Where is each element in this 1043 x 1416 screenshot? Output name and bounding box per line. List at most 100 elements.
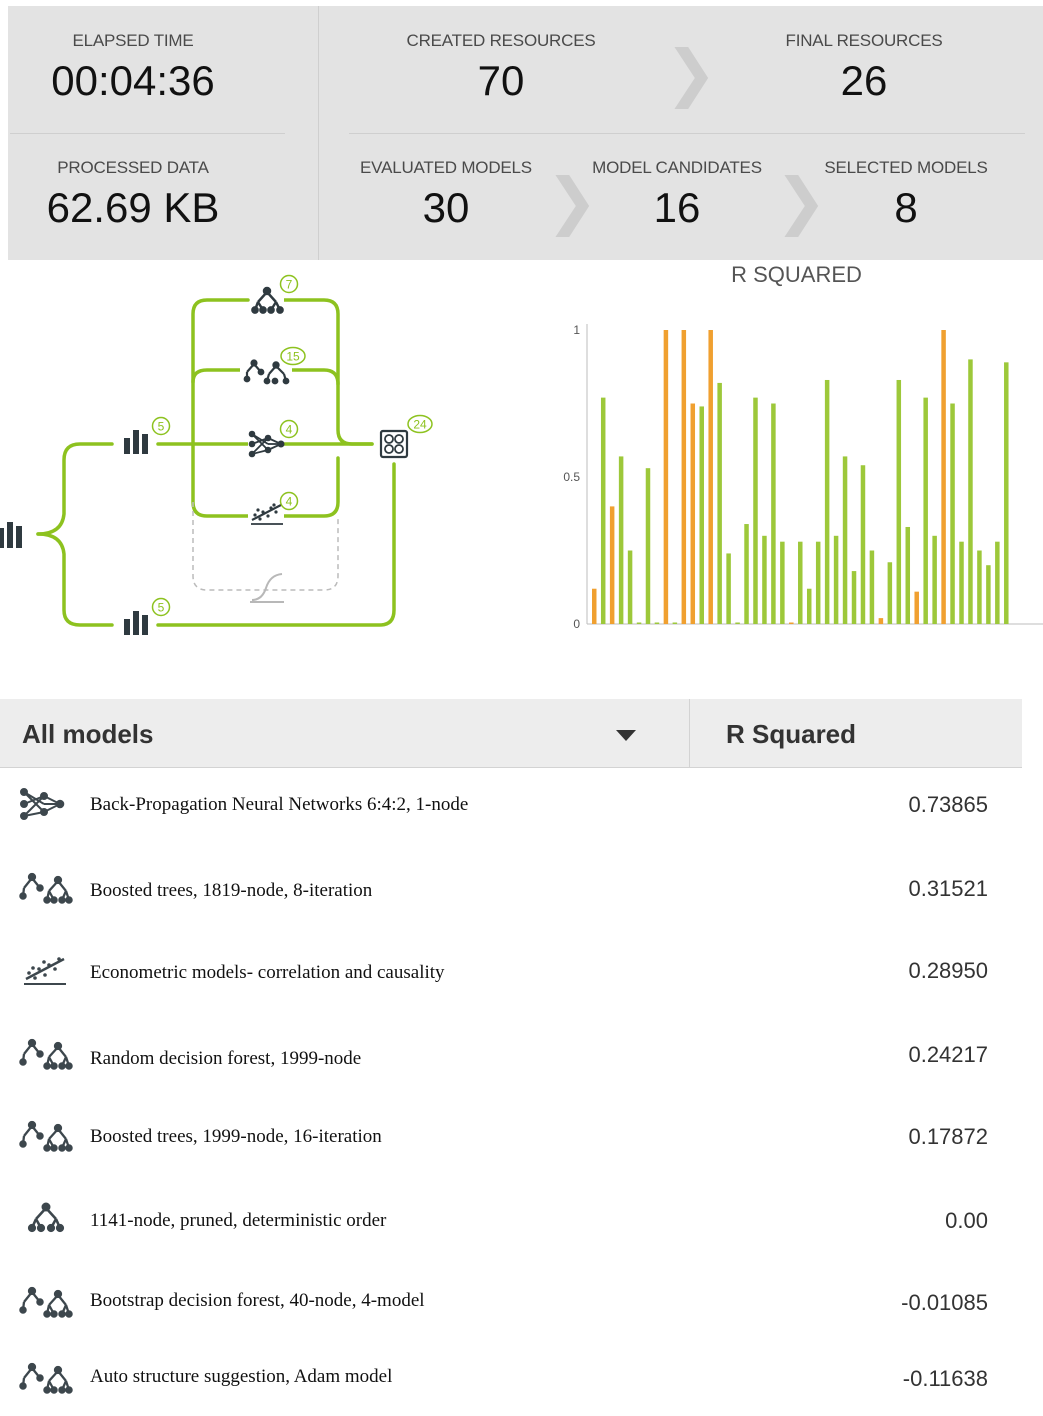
- model-name[interactable]: Bootstrap decision forest, 40-node, 4-mo…: [90, 1290, 425, 1312]
- chart-bar[interactable]: [681, 330, 687, 624]
- chevron-down-icon[interactable]: [616, 730, 636, 741]
- workflow-diagram: 5 5 7 15 4 4 24: [0, 262, 470, 662]
- chart-bar[interactable]: [932, 535, 937, 624]
- stat-model-candidates: MODEL CANDIDATES 16: [572, 158, 782, 232]
- y-tick-label: 0.5: [563, 470, 580, 484]
- stat-label: MODEL CANDIDATES: [592, 158, 762, 177]
- ensemble-icon: [18, 1114, 74, 1158]
- table-row[interactable]: Back-Propagation Neural Networks 6:4:2, …: [0, 782, 1022, 842]
- chart-bar[interactable]: [824, 379, 830, 624]
- chart-bar[interactable]: [717, 382, 722, 624]
- ensemble-icon: [18, 866, 74, 910]
- stats-divider-right: [349, 133, 1025, 134]
- chart-bar[interactable]: [860, 465, 866, 624]
- chart-bar[interactable]: [708, 330, 713, 624]
- table-row[interactable]: Boosted trees, 1999-node, 16-iteration 0.…: [0, 1114, 1022, 1174]
- chart-bar[interactable]: [735, 622, 740, 625]
- chart-bar[interactable]: [618, 456, 624, 624]
- chart-bar[interactable]: [699, 406, 704, 624]
- model-name[interactable]: 1141-node, pruned, deterministic order: [90, 1210, 386, 1232]
- chart-bar[interactable]: [645, 468, 651, 624]
- chart-bar[interactable]: [600, 397, 606, 624]
- svg-text:5: 5: [158, 420, 165, 434]
- chart-bar[interactable]: [762, 535, 767, 624]
- r-squared-value: 0.31521: [908, 876, 988, 901]
- svg-text:5: 5: [158, 601, 165, 615]
- dataset-icon: [124, 430, 148, 454]
- chart-bar[interactable]: [923, 397, 928, 624]
- dataset-icon: [124, 611, 148, 635]
- workflow-svg: 5 5 7 15 4 4 24: [0, 274, 433, 635]
- r-squared-value: 0.17872: [908, 1124, 988, 1149]
- chart-bar[interactable]: [869, 550, 875, 625]
- count-badge: 24: [407, 414, 433, 434]
- model-name[interactable]: Econometric models- correlation and caus…: [90, 962, 445, 984]
- chart-bar[interactable]: [842, 456, 848, 624]
- chart-bar[interactable]: [905, 526, 911, 624]
- ensemble-icon: [18, 1280, 74, 1324]
- chart-bar[interactable]: [780, 541, 785, 624]
- stats-vertical-divider: [318, 6, 319, 260]
- chart-bar[interactable]: [815, 541, 821, 624]
- stats-panel: ELAPSED TIME 00:04:36 CREATED RESOURCES …: [8, 6, 1043, 260]
- chart-bar[interactable]: [789, 622, 794, 625]
- count-badge: 5: [151, 597, 171, 617]
- chart-bar[interactable]: [959, 541, 964, 624]
- table-row[interactable]: Random decision forest, 1999-node 0.24217: [0, 1032, 1022, 1092]
- model-name[interactable]: Back-Propagation Neural Networks 6:4:2, …: [90, 794, 468, 816]
- table-row[interactable]: Econometric models- correlation and caus…: [0, 948, 1022, 1008]
- table-row[interactable]: 1141-node, pruned, deterministic order 0.…: [0, 1198, 1022, 1258]
- count-badge: 4: [279, 491, 299, 511]
- chart-bar[interactable]: [851, 571, 857, 624]
- decision-tree-icon: [18, 1198, 74, 1242]
- chart-bar[interactable]: [968, 359, 973, 624]
- stat-value: 70: [477, 57, 525, 104]
- chart-bar[interactable]: [690, 403, 696, 625]
- chart-bar[interactable]: [753, 397, 758, 624]
- deepnet-icon: [248, 430, 285, 458]
- stat-value: 16: [653, 184, 701, 231]
- table-row[interactable]: Bootstrap decision forest, 40-node, 4-mo…: [0, 1280, 1022, 1340]
- stat-label: CREATED RESOURCES: [406, 31, 596, 50]
- chart-bar[interactable]: [744, 524, 749, 624]
- model-name[interactable]: Auto structure suggestion, Adam model: [90, 1366, 392, 1388]
- chart-bar[interactable]: [878, 618, 884, 624]
- linear-regression-icon: [248, 503, 284, 529]
- chart-bar[interactable]: [726, 553, 731, 624]
- chart-bar[interactable]: [896, 379, 902, 624]
- model-name[interactable]: Boosted trees, 1819-node, 8-iteration: [90, 880, 372, 902]
- chart-bar[interactable]: [798, 541, 803, 624]
- chart-svg: 00.51: [563, 323, 1043, 631]
- table-row[interactable]: Boosted trees, 1819-node, 8-iteration 0.3…: [0, 866, 1022, 926]
- chart-bar[interactable]: [672, 622, 678, 625]
- chart-bar[interactable]: [941, 330, 946, 624]
- chart-bar[interactable]: [1004, 362, 1009, 624]
- chart-bar[interactable]: [627, 550, 633, 625]
- chart-bar[interactable]: [887, 562, 893, 624]
- model-name[interactable]: Random decision forest, 1999-node: [90, 1048, 361, 1070]
- chart-bar[interactable]: [995, 541, 1000, 624]
- table-row[interactable]: Auto structure suggestion, Adam model -0.…: [0, 1356, 1022, 1416]
- model-name[interactable]: Boosted trees, 1999-node, 16-iteration: [90, 1126, 382, 1148]
- chart-bar[interactable]: [663, 330, 669, 624]
- all-models-dropdown-label[interactable]: All models: [22, 719, 153, 750]
- stat-created-resources: CREATED RESOURCES 70: [390, 31, 612, 105]
- y-tick-label: 0: [573, 617, 580, 631]
- chart-bar[interactable]: [914, 591, 919, 624]
- chart-bar[interactable]: [833, 535, 839, 624]
- r-squared-value: 0.00: [945, 1208, 988, 1233]
- r-squared-column-header[interactable]: R Squared: [726, 719, 856, 750]
- chart-bar[interactable]: [977, 550, 982, 625]
- chart-bar[interactable]: [592, 588, 597, 624]
- stat-processed-data: PROCESSED DATA 62.69 KB: [22, 158, 244, 232]
- chart-bar[interactable]: [654, 622, 660, 625]
- chart-bar[interactable]: [986, 565, 991, 624]
- chart-bar[interactable]: [771, 403, 776, 625]
- chart-bar[interactable]: [636, 622, 642, 625]
- chart-bar[interactable]: [609, 506, 615, 624]
- r-squared-value: -0.11638: [902, 1366, 988, 1391]
- stat-evaluated-models: EVALUATED MODELS 30: [341, 158, 551, 232]
- chart-bar[interactable]: [950, 403, 955, 625]
- chart-bar[interactable]: [806, 588, 812, 624]
- count-badge: 5: [151, 416, 171, 436]
